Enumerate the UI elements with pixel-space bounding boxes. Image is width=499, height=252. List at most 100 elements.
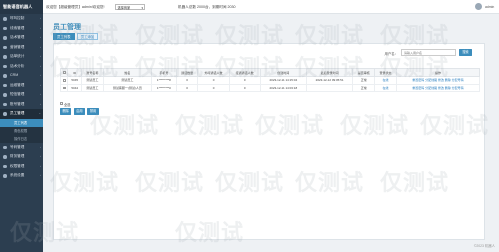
chevron-right-icon: › [40,144,41,149]
cell-login-status[interactable]: 在线 [374,76,397,85]
chevron-right-icon: › [40,101,41,106]
content-panel: 用户名： 搜索 ID 账号名称 姓名 手机号 通话数量 外呼通话人数 接通通话人… [53,43,485,240]
sidebar-item-label: 系统设置 [10,173,25,177]
cell-actions[interactable]: 重置密码 分配线路 修改 删除 分配号码 [395,76,481,85]
cell-created: 2023-12-11 14:03:18 [259,83,307,92]
enable-button[interactable]: 启用 [73,108,86,115]
account-stats: 机器人总数 2000台，到期时间 2030 [178,4,236,9]
search-label: 用户名： [384,51,398,56]
table-header: 操作 [395,68,481,77]
cell-id: 5045 [67,76,82,85]
brand-logo: 智能语音机器人 [0,0,43,14]
checkbox[interactable] [62,71,66,75]
staff-table: ID 账号名称 姓名 手机号 通话数量 外呼通话人数 接通通话人数 创建时间 最… [59,68,481,92]
chevron-right-icon: › [40,63,41,68]
cell-id: 5044 [67,83,82,92]
cell-name: 测试员工 [102,76,153,85]
chart-icon [3,55,7,59]
select-all-checkbox[interactable] [60,102,63,105]
sidebar-item-marketing[interactable]: 营销管理 › [0,43,43,53]
sidebar-item-label: 权限管理 [10,163,25,168]
sidebar-item-label: 号码管理 [10,144,25,149]
bulk-actions: 删除 启用 禁用 [60,108,100,115]
sidebar-subitem-roles[interactable]: 角色权限 [0,127,43,135]
sidebar-item-settings[interactable]: 系统设置 › [0,171,43,181]
sidebar-item-finance[interactable]: 财务管理 › [0,152,43,162]
cell-last-login [305,83,354,92]
sidebar-item-analysis[interactable]: 话术分析 › [0,62,43,72]
cell-login-status[interactable]: 在线 [374,83,397,92]
sidebar-item-label: 话术分析 [10,63,25,68]
sidebar-item-accounts[interactable]: 账号管理 › [0,100,43,110]
sidebar-item-label: CRM [10,73,19,77]
user-icon [3,102,7,106]
wrench-icon [3,83,7,87]
table-header: 接通通话人数 [228,68,261,77]
sidebar-subitem-staff-list[interactable]: 员工列表 [0,118,43,127]
tab-staff-add[interactable]: 员工添加 [76,33,99,40]
row-select [59,83,69,92]
staff-submenu: 员工列表 角色权限 操作日志 [0,118,43,143]
sidebar-item-label: 线索管理 [10,25,25,30]
cell-calls: 0 [175,83,199,92]
message-icon [3,93,7,97]
sidebar-item-label: 营销管理 [10,44,25,49]
chevron-right-icon: › [40,163,41,168]
table-header: 创建时间 [259,68,307,77]
phone-icon [3,17,7,21]
chevron-right-icon: › [40,92,41,96]
sidebar-subitem-logs[interactable]: 操作日志 [0,135,43,143]
chevron-right-icon: › [40,154,41,158]
sidebar-item-label: 短信管理 [10,92,25,96]
sidebar-item-call-stats[interactable]: 话单统计 › [0,52,43,62]
sidebar-item-label: 员工管理 [10,111,25,115]
cell-outbound: 0 [197,76,230,85]
search-input[interactable] [401,49,456,56]
list-icon [3,26,7,30]
sidebar-item-numbers[interactable]: 号码管理 › [0,143,43,153]
app-window: 智能语音机器人 呼叫控制 › 线索管理 › 话术管理 › 营销管理 › 话单统计… [0,0,499,252]
chevron-right-icon: › [40,54,41,58]
checkbox[interactable] [62,86,66,90]
avatar[interactable] [475,3,482,10]
sidebar-item-staff[interactable]: 员工管理 ⌄ [0,109,43,119]
checkbox[interactable] [62,79,66,82]
cell-phone: 1*********8 [151,76,177,85]
sidebar-item-leads[interactable]: 线索管理 › [0,24,43,34]
sidebar-item-scripts[interactable]: 话术管理 › [0,33,43,43]
table-header: 外呼通话人数 [197,68,230,77]
table-header-select [59,68,69,77]
sidebar-item-label: 财务管理 [10,154,25,158]
cell-account: 测试员工 [80,83,104,92]
sidebar-item-call-control[interactable]: 呼叫控制 › [0,14,43,24]
disable-button[interactable]: 禁用 [87,108,99,115]
chevron-right-icon: › [40,82,41,87]
username[interactable]: admin [485,5,494,9]
page-title: 员工管理 [53,24,81,31]
table-header: 手机号 [151,68,177,77]
chat-icon [3,36,7,40]
sidebar-item-sms[interactable]: 短信管理 › [0,90,43,100]
tab-staff-list[interactable]: 员工列表 [53,33,75,40]
hash-icon [3,145,7,149]
users-icon [3,74,7,78]
company-select[interactable]: 选择商家 ▾ [115,3,145,10]
sidebar-item-crm[interactable]: CRM › [0,71,43,81]
sidebar: 智能语音机器人 呼叫控制 › 线索管理 › 话术管理 › 营销管理 › 话单统计… [0,0,43,252]
search-button[interactable]: 搜索 [459,49,472,56]
delete-button[interactable]: 删除 [60,108,72,115]
table-header: 账号名称 [80,68,104,77]
sidebar-item-label: 账号管理 [10,101,25,106]
table-row: 5045 测试员工 测试员工 1*********8 0 0 0 2023-12… [59,76,481,85]
sidebar-item-permissions[interactable]: 权限管理 › [0,162,43,172]
cell-last-login: 2023-12-12 09:05:51 [305,76,354,85]
chevron-right-icon: › [40,44,41,49]
cell-audit: 正常 [352,83,376,92]
footer-copyright: ©2023 机器人 [473,244,495,248]
top-bar: 欢迎您【超级管理员】admin!欢迎您! 选择商家 ▾ 机器人总数 2000台，… [43,0,499,14]
company-select-value: 选择商家 [117,5,131,10]
sidebar-item-label: 话术管理 [10,35,25,39]
cell-actions[interactable]: 重置密码 分配线路 修改 删除 分配号码 [395,83,481,92]
sidebar-item-ops[interactable]: 运维管理 › [0,81,43,91]
welcome-text: 欢迎您【超级管理员】admin!欢迎您! [46,4,105,9]
